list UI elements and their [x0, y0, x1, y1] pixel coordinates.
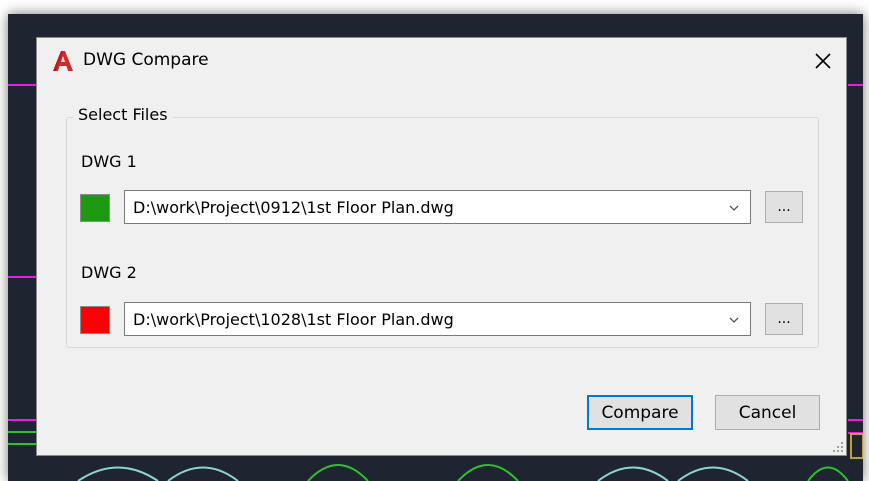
- autocad-logo-icon: [53, 51, 73, 71]
- dwg2-browse-button[interactable]: ...: [765, 303, 803, 335]
- dwg2-file-combobox[interactable]: D:\work\Project\1028\1st Floor Plan.dwg: [124, 302, 751, 336]
- dwg1-browse-button[interactable]: ...: [765, 191, 803, 223]
- title-bar[interactable]: DWG Compare: [37, 38, 846, 84]
- close-icon: [815, 53, 831, 69]
- dwg1-label: DWG 1: [81, 152, 137, 171]
- dialog-title: DWG Compare: [83, 50, 209, 70]
- cad-line: [848, 84, 863, 86]
- cad-line: [8, 84, 36, 86]
- cancel-button[interactable]: Cancel: [715, 395, 820, 430]
- dwg1-file-combobox[interactable]: D:\work\Project\0912\1st Floor Plan.dwg: [124, 190, 751, 224]
- chevron-down-icon: [729, 205, 739, 211]
- dwg2-path: D:\work\Project\1028\1st Floor Plan.dwg: [133, 310, 454, 329]
- cad-line: [8, 276, 36, 278]
- dwg2-color-swatch[interactable]: [80, 306, 110, 334]
- dwg2-label: DWG 2: [81, 263, 137, 282]
- close-button[interactable]: [800, 38, 846, 84]
- dwg1-path: D:\work\Project\0912\1st Floor Plan.dwg: [133, 198, 454, 217]
- compare-button[interactable]: Compare: [587, 395, 693, 430]
- group-legend: Select Files: [73, 105, 173, 124]
- chevron-down-icon: [729, 317, 739, 323]
- dwg1-color-swatch[interactable]: [80, 194, 110, 222]
- resize-grip-icon[interactable]: [830, 439, 844, 453]
- dwg-compare-dialog: DWG Compare Select Files DWG 1 D:\work\P…: [36, 37, 847, 456]
